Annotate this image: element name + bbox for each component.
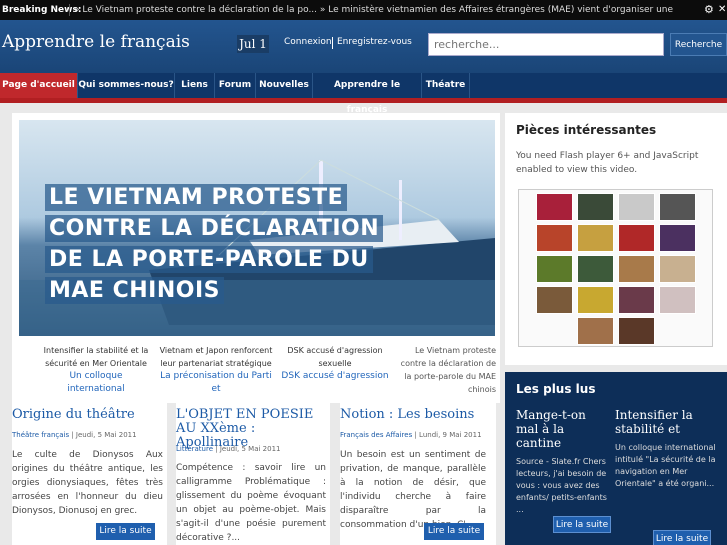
interesting-pieces-panel: Pièces intéressantes You need Flash play… [505,113,727,365]
article-excerpt: Le culte de Dionysos Aux origines du thé… [12,450,163,516]
article-meta: Littérature | Jeudi, 5 Mai 2011 [176,445,280,453]
main-nav: Page d'accueil Qui sommes-nous? Liens Fo… [0,73,727,115]
slide-title-line: CONTRE LA DÉCLARATION [45,215,384,242]
video-thumbnail[interactable] [577,193,614,221]
date-badge: Jul 1 [237,35,269,53]
featured-slide[interactable]: LE VIETNAM PROTESTE CONTRE LA DÉCLARATIO… [19,120,495,336]
flash-notice: You need Flash player 6+ and JavaScript … [516,151,699,175]
most-read-excerpt: Source - Slate.fr Chers lecteurs, j'ai b… [516,457,607,514]
slide-title-line: MAE CHINOIS [45,277,224,304]
article-date: | Jeudi, 5 Mai 2011 [213,445,281,453]
video-thumbnail[interactable] [659,193,696,221]
divider [332,37,333,49]
video-thumbnail[interactable] [577,317,614,345]
article-card: Notion : Les besoins Français des Affair… [340,403,496,545]
article-date: | Lundi, 9 Mai 2011 [412,431,482,439]
article-excerpt: Un besoin est un sentiment de privation,… [340,450,486,530]
nav-item-home[interactable]: Page d'accueil [0,73,78,98]
article-title[interactable]: Origine du théâtre [12,408,135,422]
slide-title-line: LE VIETNAM PROTESTE [45,184,348,211]
article-meta: Français des Affaires | Lundi, 9 Mai 201… [340,431,482,439]
slider-thumb[interactable]: Vietnam et Japon renforcent leur partena… [159,344,273,396]
slider-thumbnails: Intensifier la stabilité et la sécurité … [40,344,496,396]
thumb-title: Intensifier la stabilité et la sécurité … [43,346,149,368]
news-ticker[interactable]: » Le Vietnam proteste contre la déclarat… [74,0,694,20]
video-thumbnail[interactable] [618,286,655,314]
article-excerpt: Compétence : savoir lire un calligramme … [176,463,326,543]
slider-thumb[interactable]: Intensifier la stabilité et la sécurité … [40,344,152,396]
thumb-subtitle: Un colloque international [67,371,125,394]
nav-item-learn-french[interactable]: Apprendre le français [313,73,422,115]
slider-thumb[interactable]: DSK accusé d'agression sexuelle DSK accu… [280,344,390,396]
video-thumbnail[interactable] [577,224,614,252]
most-read-item: Intensifier la stabilité et Un colloque … [615,408,719,490]
most-read-panel: Les plus lus Mange-t-on mal à la cantine… [505,372,727,545]
slide-title-line: DE LA PORTE-PAROLE DU [45,246,373,273]
thumb-title: DSK accusé d'agression sexuelle [287,346,383,368]
video-thumbnail[interactable] [536,193,573,221]
read-more-button[interactable]: Lire la suite [653,530,711,545]
article-category[interactable]: Français des Affaires [340,431,412,439]
read-more-button[interactable]: Lire la suite [96,523,155,540]
video-thumbnail[interactable] [618,224,655,252]
video-thumbnail[interactable] [618,193,655,221]
nav-item-links[interactable]: Liens [175,73,215,98]
register-link[interactable]: Enregistrez-vous [337,37,412,47]
thumb-subtitle: La préconisation du Parti et [160,371,272,394]
video-thumbnail-grid [518,189,713,347]
thumb-title: Le Vietnam proteste contre la déclaratio… [400,346,496,394]
video-thumbnail[interactable] [536,224,573,252]
most-read-excerpt: Un colloque international intitulé "La s… [615,443,716,488]
nav-item-about[interactable]: Qui sommes-nous? [78,73,175,98]
thumb-title: Vietnam et Japon renforcent leur partena… [159,346,273,368]
article-date: | Jeudi, 5 Mai 2011 [69,431,137,439]
site-header: Apprendre le français Jul 1 Connexion En… [0,20,727,73]
article-title[interactable]: L'OBJET EN POESIE AU XXème : Apollinaire [176,408,326,450]
divider [69,4,70,16]
nav-item-theatre[interactable]: Théatre [422,73,470,98]
video-thumbnail[interactable] [659,286,696,314]
video-thumbnail[interactable] [618,255,655,283]
read-more-button[interactable]: Lire la suite [424,523,484,540]
panel-title: Les plus lus [516,382,596,396]
nav-underline [0,98,727,103]
video-thumbnail[interactable] [577,255,614,283]
video-thumbnail[interactable] [577,286,614,314]
search-button[interactable]: Recherche [670,33,727,56]
article-card: L'OBJET EN POESIE AU XXème : Apollinaire… [176,403,330,545]
slide-title: LE VIETNAM PROTESTE CONTRE LA DÉCLARATIO… [45,182,405,306]
panel-title: Pièces intéressantes [516,123,657,137]
video-thumbnail[interactable] [536,286,573,314]
read-more-button[interactable]: Lire la suite [553,516,611,533]
most-read-title[interactable]: Mange-t-on mal à la cantine [516,408,612,450]
site-title[interactable]: Apprendre le français [2,32,190,52]
video-thumbnail[interactable] [536,255,573,283]
slider-thumb[interactable]: Le Vietnam proteste contre la déclaratio… [398,344,496,396]
close-icon[interactable]: ✕ [718,0,726,20]
nav-item-forum[interactable]: Forum [215,73,256,98]
most-read-title[interactable]: Intensifier la stabilité et [615,408,719,436]
article-title[interactable]: Notion : Les besoins [340,408,474,422]
most-read-item: Mange-t-on mal à la cantine Source - Sla… [516,408,612,516]
article-card: Origine du théâtre Théâtre français | Je… [12,403,167,545]
article-meta: Théâtre français | Jeudi, 5 Mai 2011 [12,431,137,439]
video-thumbnail[interactable] [659,224,696,252]
article-category[interactable]: Théâtre français [12,431,69,439]
thumb-subtitle: DSK accusé d'agression [281,371,389,381]
breaking-news-bar: Breaking News: » Le Vietnam proteste con… [0,0,727,20]
login-link[interactable]: Connexion [284,37,332,47]
gear-icon[interactable]: ⚙ [704,0,714,20]
search-input[interactable] [428,33,664,56]
video-thumbnail[interactable] [659,255,696,283]
nav-item-news[interactable]: Nouvelles [256,73,313,98]
article-category[interactable]: Littérature [176,445,213,453]
video-thumbnail[interactable] [618,317,655,345]
